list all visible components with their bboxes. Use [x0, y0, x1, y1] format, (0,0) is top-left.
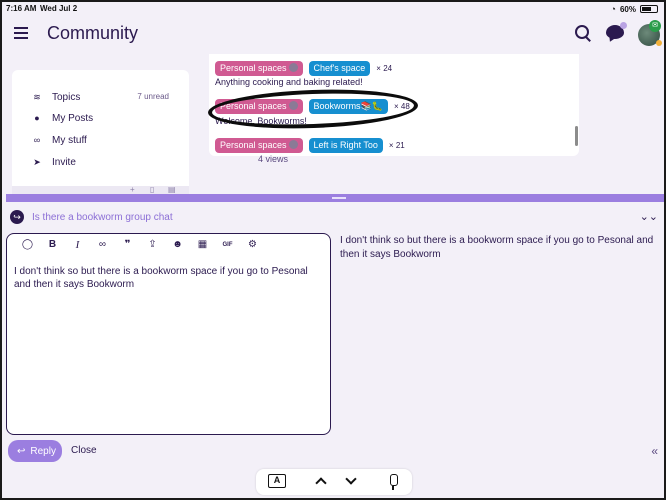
- keyboard-accessory-bar: A: [2, 466, 664, 498]
- status-bar: 7:16 AM Wed Jul 2 ◔ 60%: [2, 2, 664, 16]
- avatar-icon: [288, 139, 298, 149]
- sidebar-item-label: Topics: [52, 91, 81, 103]
- editor-box[interactable]: ◯ B I ∞ ❞ ⇪ ☻ ▦ GIF ⚙ I don't think so b…: [6, 233, 331, 435]
- status-date: Wed Jul 2: [40, 4, 78, 13]
- search-icon[interactable]: [574, 24, 592, 42]
- sidebar-item-my-stuff[interactable]: ∞ My stuff: [32, 133, 87, 147]
- unread-count: 7 unread: [137, 92, 169, 101]
- sidebar-item-invite[interactable]: ➤ Invite: [32, 155, 76, 169]
- parent-tag[interactable]: Personal spaces: [215, 98, 303, 114]
- editor-textarea[interactable]: I don't think so but there is a bookworm…: [14, 265, 314, 291]
- topic-count: × 21: [388, 140, 405, 150]
- reply-topic-title: Is there a bookworm group chat: [32, 211, 173, 223]
- status-dot: [656, 40, 662, 46]
- status-time: 7:16 AM: [6, 4, 37, 13]
- list-item[interactable]: Personal spaces Left is Right Too × 21: [215, 137, 405, 153]
- upload-icon[interactable]: ⇪: [140, 237, 165, 253]
- category-description: Anything cooking and baking related!: [215, 77, 363, 87]
- topic-count: × 48: [393, 101, 410, 111]
- bold-icon[interactable]: B: [40, 237, 65, 253]
- sidebar-item-topics[interactable]: ≋ Topics: [32, 90, 80, 104]
- reply-context: ↪ Is there a bookworm group chat: [10, 210, 173, 224]
- battery-percent: 60%: [619, 4, 636, 14]
- link-icon[interactable]: ∞: [90, 237, 115, 253]
- sidebar-item-label: My stuff: [52, 134, 87, 146]
- close-button[interactable]: Close: [71, 445, 97, 456]
- category-description: Welcome, Bookworms!: [215, 116, 307, 126]
- keyboard-toolbar: A: [256, 469, 412, 495]
- collapse-icon[interactable]: ⌄⌄: [640, 210, 658, 223]
- post-preview: I don't think so but there is a bookworm…: [340, 235, 654, 260]
- reply-button[interactable]: ↩ Reply: [8, 440, 62, 462]
- view-count: 4 views: [258, 154, 289, 164]
- layers-icon: ≋: [33, 91, 41, 102]
- phone-icon[interactable]: ▯: [150, 185, 154, 194]
- sidebar-footer: + ▯ ▤: [12, 185, 189, 194]
- category-tag[interactable]: Chef's space: [308, 60, 371, 76]
- sidebar-item-my-posts[interactable]: ● My Posts: [32, 111, 93, 125]
- editor-toolbar: ◯ B I ∞ ❞ ⇪ ☻ ▦ GIF ⚙: [7, 234, 330, 256]
- category-tag[interactable]: Left is Right Too: [308, 137, 383, 153]
- chevrons-left-icon[interactable]: «: [651, 444, 658, 458]
- chevron-up-icon[interactable]: [314, 474, 328, 488]
- topic-list: Personal spaces Chef's space × 24 Anythi…: [209, 54, 579, 156]
- category-tag[interactable]: Bookworms📚🐛: [308, 98, 388, 114]
- calendar-icon[interactable]: ▦: [190, 237, 215, 253]
- battery-icon: [640, 5, 658, 13]
- gif-icon[interactable]: GIF: [215, 237, 240, 253]
- user-icon: ●: [34, 113, 40, 123]
- sidebar-item-label: Invite: [52, 156, 76, 168]
- site-header: Community ✉: [2, 16, 664, 54]
- scrollbar[interactable]: [575, 126, 578, 146]
- avatar-icon: [288, 62, 298, 72]
- chevron-down-icon[interactable]: [344, 474, 358, 488]
- topic-count: × 24: [376, 63, 393, 73]
- link-icon: ∞: [33, 135, 41, 145]
- reply-composer: ↪ Is there a bookworm group chat ⌄⌄ ◯ B …: [6, 202, 664, 462]
- gear-icon[interactable]: ⚙: [240, 237, 265, 253]
- reply-button-label: Reply: [30, 445, 56, 457]
- hamburger-menu-icon[interactable]: [14, 27, 28, 39]
- text-format-icon[interactable]: A: [268, 474, 286, 488]
- parent-tag[interactable]: Personal spaces: [215, 60, 303, 76]
- status-right: ◔ 60%: [611, 4, 658, 14]
- emoji-icon[interactable]: ☻: [165, 237, 190, 253]
- site-title[interactable]: Community: [47, 23, 138, 44]
- microphone-icon[interactable]: [386, 474, 400, 490]
- sidebar-item-label: My Posts: [52, 112, 94, 124]
- chat-small-icon[interactable]: ▤: [168, 185, 176, 194]
- parent-tag[interactable]: Personal spaces: [215, 137, 303, 153]
- reply-arrow-icon: ↩: [17, 445, 26, 457]
- list-item[interactable]: Personal spaces Bookworms📚🐛 × 48: [215, 98, 410, 114]
- composer-resize-handle[interactable]: [6, 194, 664, 202]
- chat-notification-dot: [620, 22, 627, 29]
- app-frame: 7:16 AM Wed Jul 2 ◔ 60% Community ✉ ≋ To…: [0, 0, 666, 500]
- reply-arrow-icon[interactable]: ↪: [10, 210, 24, 224]
- quote-icon[interactable]: ◯: [15, 237, 40, 253]
- grip-icon: [332, 197, 346, 199]
- list-item[interactable]: Personal spaces Chef's space × 24: [215, 60, 392, 76]
- plus-icon[interactable]: +: [130, 185, 135, 194]
- sidebar: ≋ Topics 7 unread ● My Posts ∞ My stuff …: [12, 70, 189, 194]
- blockquote-icon[interactable]: ❞: [115, 237, 140, 253]
- mail-badge-icon: ✉: [649, 20, 661, 32]
- italic-icon[interactable]: I: [65, 237, 90, 253]
- avatar-icon: [288, 100, 298, 110]
- send-icon: ➤: [33, 156, 41, 167]
- wifi-icon: ◔: [610, 4, 616, 14]
